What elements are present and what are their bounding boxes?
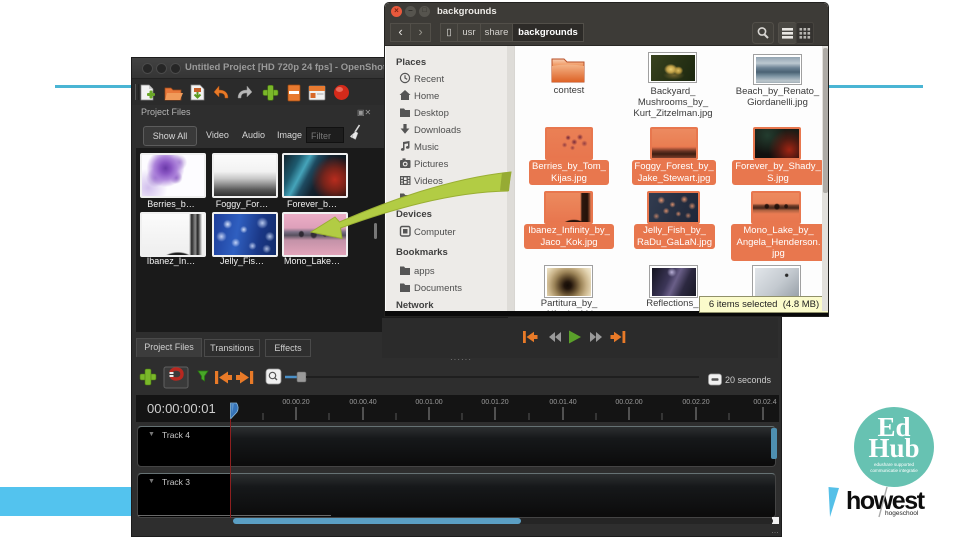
svg-text:00.01.00: 00.01.00 — [415, 399, 442, 406]
svg-text:00.02.00: 00.02.00 — [615, 399, 642, 406]
svg-text:00.00.20: 00.00.20 — [282, 399, 309, 406]
svg-text:00.02.4: 00.02.4 — [753, 399, 776, 406]
svg-text:00.00.40: 00.00.40 — [349, 399, 376, 406]
svg-text:00.02.20: 00.02.20 — [682, 399, 709, 406]
svg-text:00.01.20: 00.01.20 — [481, 399, 508, 406]
svg-text:00.01.40: 00.01.40 — [549, 399, 576, 406]
